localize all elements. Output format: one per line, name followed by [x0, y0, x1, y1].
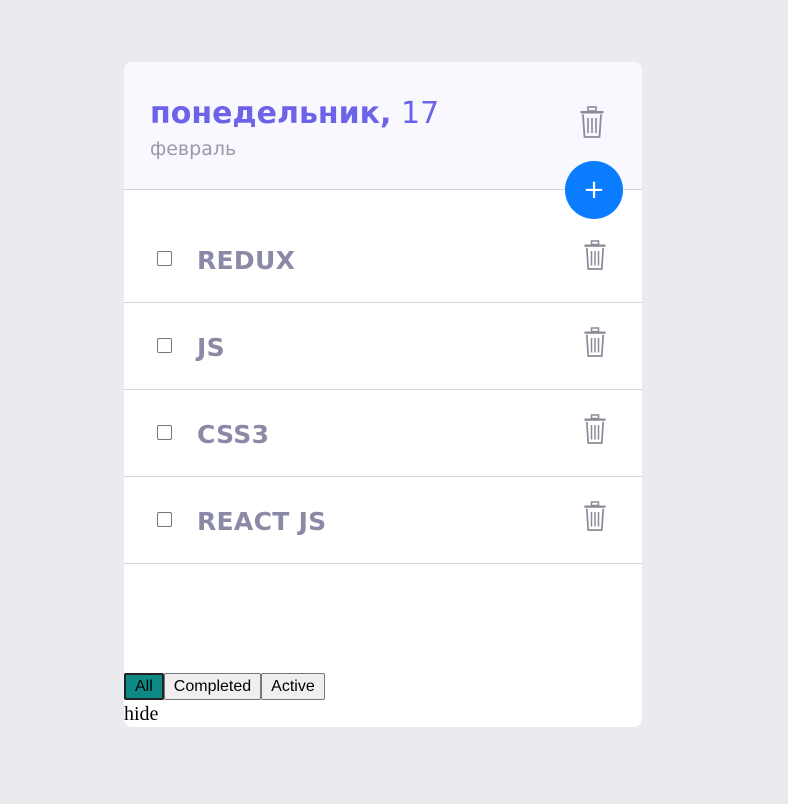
task-checkbox[interactable]: [157, 338, 172, 353]
list-item: REDUX: [124, 216, 642, 303]
page-title: понедельник, 17: [150, 96, 439, 131]
task-label: REDUX: [197, 246, 296, 275]
task-checkbox[interactable]: [157, 425, 172, 440]
task-label: CSS3: [197, 420, 270, 449]
trash-icon[interactable]: [584, 327, 606, 357]
day-name: понедельник,: [150, 96, 392, 131]
month-label: февраль: [150, 138, 237, 160]
todo-card: понедельник, 17 февраль + REDUX JS CSS3 …: [124, 62, 642, 727]
list-item: JS: [124, 303, 642, 390]
day-header: понедельник, 17 февраль: [124, 62, 642, 190]
plus-icon: +: [583, 175, 605, 205]
trash-icon[interactable]: [580, 106, 604, 138]
task-checkbox[interactable]: [157, 512, 172, 527]
filter-bar: All Completed Active: [124, 673, 325, 700]
trash-icon[interactable]: [584, 414, 606, 444]
list-item: REACT JS: [124, 477, 642, 564]
task-checkbox[interactable]: [157, 251, 172, 266]
hide-toggle[interactable]: hide: [124, 703, 158, 726]
task-label: REACT JS: [197, 507, 327, 536]
trash-icon[interactable]: [584, 501, 606, 531]
filter-completed-button[interactable]: Completed: [163, 673, 262, 700]
list-item: CSS3: [124, 390, 642, 477]
filter-all-button[interactable]: All: [124, 673, 164, 700]
trash-icon[interactable]: [584, 240, 606, 270]
add-task-button[interactable]: +: [565, 161, 623, 219]
day-number: 17: [400, 96, 440, 131]
task-label: JS: [197, 333, 225, 362]
filter-active-button[interactable]: Active: [261, 673, 325, 700]
task-list: REDUX JS CSS3 REACT JS: [124, 216, 642, 564]
